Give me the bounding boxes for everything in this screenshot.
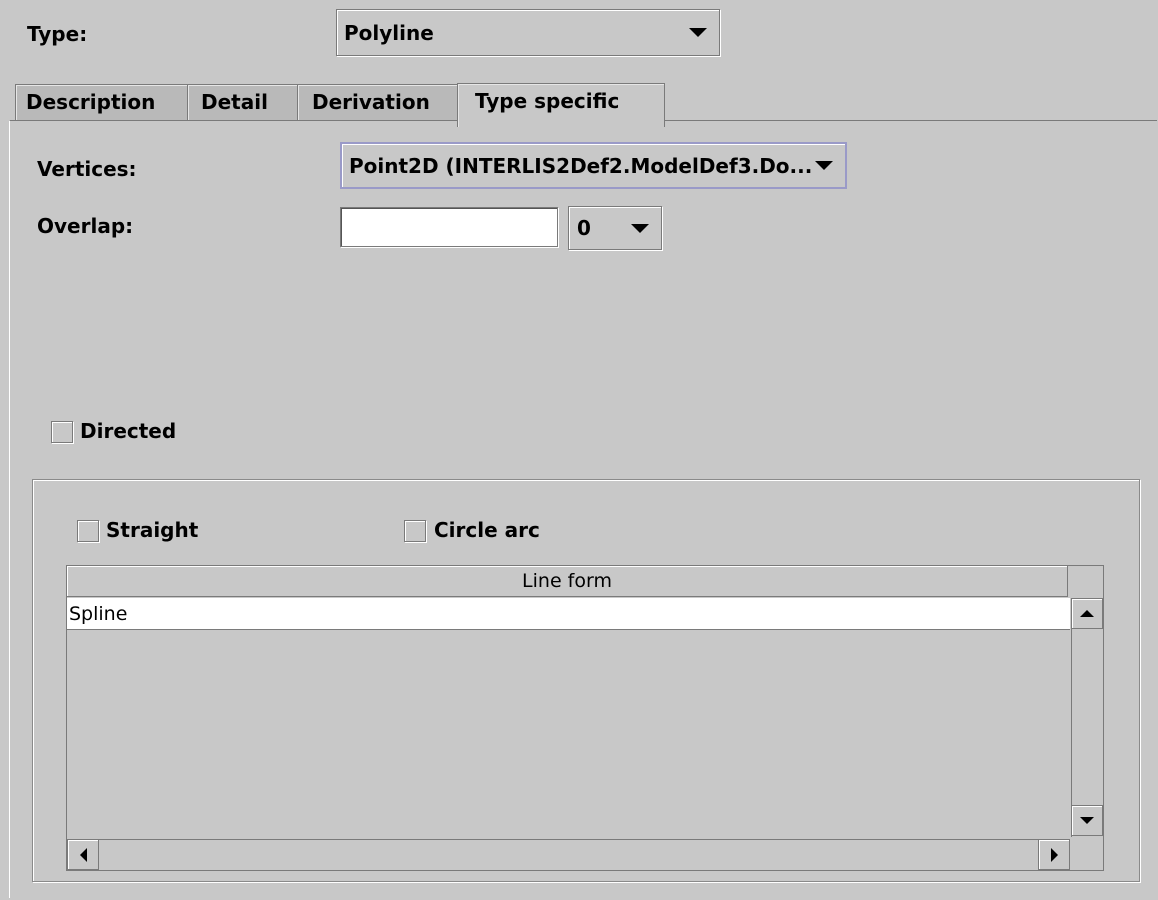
straight-checkbox[interactable] <box>77 520 99 542</box>
tab-derivation-label: Derivation <box>312 90 430 114</box>
vertices-dropdown[interactable]: Point2D (INTERLIS2Def2.ModelDef3.Do... <box>340 142 847 189</box>
type-dropdown[interactable]: Polyline <box>336 9 720 56</box>
type-label: Type: <box>27 22 88 46</box>
overlap-unit-value: 0 <box>577 216 591 240</box>
tab-type-specific-label: Type specific <box>475 89 620 113</box>
vertices-label: Vertices: <box>37 157 137 181</box>
arrow-left-icon <box>79 847 87 862</box>
scroll-right-button[interactable] <box>1038 839 1070 870</box>
table-header-corner <box>1069 566 1103 597</box>
scroll-up-button[interactable] <box>1071 598 1103 629</box>
chevron-down-icon[interactable] <box>815 161 833 170</box>
table-cell-line-form: Spline <box>69 602 128 625</box>
arrow-up-icon <box>1080 610 1094 617</box>
directed-label: Directed <box>80 419 177 443</box>
circle-arc-checkbox[interactable] <box>404 520 426 542</box>
tab-type-specific[interactable]: Type specific <box>457 83 665 127</box>
circle-arc-label: Circle arc <box>434 518 540 542</box>
scroll-down-button[interactable] <box>1071 805 1103 836</box>
column-header-label: Line form <box>522 570 612 592</box>
chevron-down-icon[interactable] <box>689 28 707 37</box>
arrow-right-icon <box>1050 847 1058 862</box>
type-dropdown-value: Polyline <box>344 20 434 45</box>
column-header-line-form[interactable]: Line form <box>67 566 1068 597</box>
overlap-input[interactable] <box>340 207 558 247</box>
vertical-scrollbar[interactable] <box>1071 598 1103 837</box>
scroll-left-button[interactable] <box>67 839 99 870</box>
arrow-down-icon <box>1080 817 1094 824</box>
horizontal-scrollbar[interactable] <box>67 839 1070 870</box>
chevron-down-icon[interactable] <box>631 223 649 233</box>
overlap-label: Overlap: <box>37 214 134 238</box>
directed-checkbox[interactable] <box>51 421 73 443</box>
vertices-dropdown-value: Point2D (INTERLIS2Def2.ModelDef3.Do... <box>349 153 813 178</box>
tab-description-label: Description <box>26 90 156 114</box>
straight-label: Straight <box>106 518 199 542</box>
table-row[interactable]: Spline <box>67 598 1070 630</box>
tab-detail-label: Detail <box>201 90 268 114</box>
overlap-unit-dropdown[interactable]: 0 <box>568 206 662 250</box>
